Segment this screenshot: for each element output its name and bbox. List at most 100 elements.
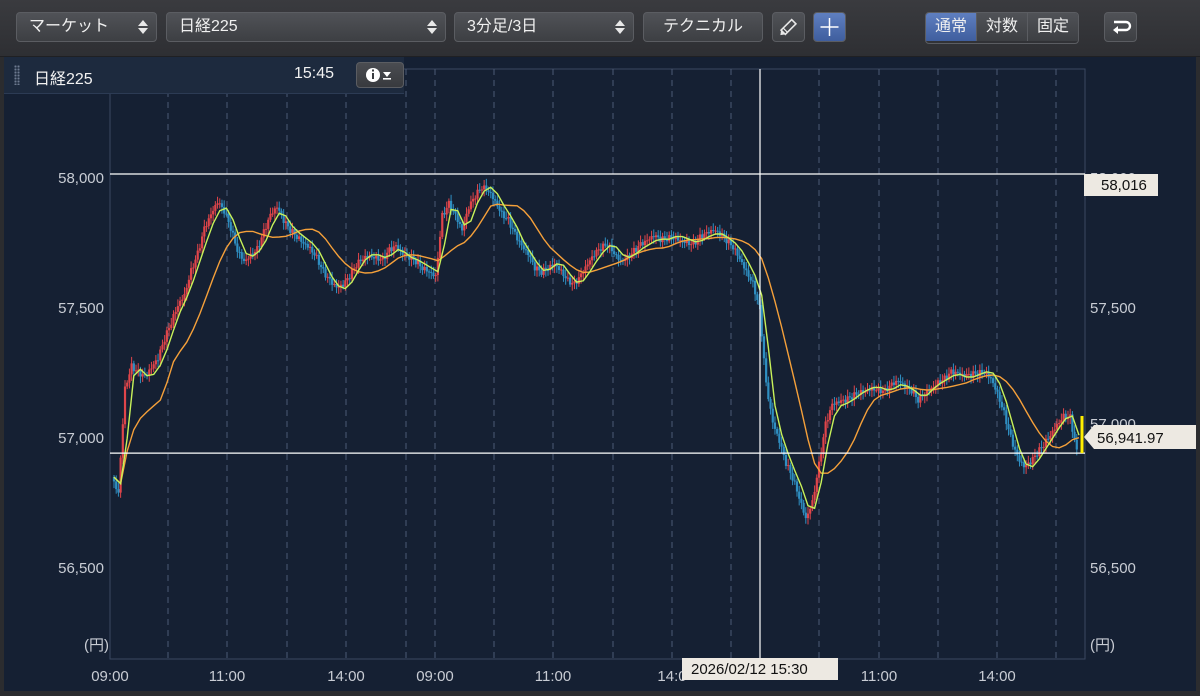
draw-tool-button[interactable] bbox=[772, 12, 805, 42]
candle-body bbox=[535, 266, 539, 271]
candle-body bbox=[498, 206, 501, 211]
candle-body bbox=[465, 213, 468, 223]
candle-body bbox=[128, 374, 131, 383]
candle-body bbox=[187, 279, 191, 288]
candle-body bbox=[278, 207, 281, 211]
candle-body bbox=[795, 481, 799, 492]
candle-body bbox=[489, 191, 492, 194]
y-tick-label: 58,000 bbox=[58, 170, 104, 187]
updown-chevron-icon bbox=[615, 18, 625, 36]
candle-body bbox=[835, 401, 838, 405]
candle-body bbox=[1007, 424, 1010, 430]
candle-body bbox=[520, 240, 523, 246]
candle-body bbox=[754, 280, 757, 295]
undo-button[interactable] bbox=[1104, 12, 1137, 42]
candle-body bbox=[238, 251, 241, 253]
info-menu-button[interactable] bbox=[356, 62, 404, 88]
candle-body bbox=[297, 236, 301, 239]
candle-body bbox=[844, 399, 847, 403]
crosshair-icon bbox=[820, 18, 839, 36]
candle-body bbox=[562, 269, 565, 277]
scale-mode-fixed[interactable]: 固定 bbox=[1028, 13, 1079, 41]
candle-body bbox=[604, 243, 607, 246]
candle-body bbox=[350, 269, 354, 279]
interval-select[interactable]: 3分足/3日 bbox=[454, 12, 634, 42]
candle-body bbox=[152, 364, 155, 369]
candle-body bbox=[456, 213, 459, 223]
candle-body bbox=[205, 226, 208, 228]
candle-body bbox=[331, 278, 334, 285]
candle-body bbox=[1009, 429, 1012, 435]
candle-body bbox=[115, 481, 118, 490]
candle-body bbox=[650, 236, 653, 240]
candle-body bbox=[1016, 449, 1019, 456]
candle-body bbox=[529, 255, 532, 258]
info-symbol: 日経225 bbox=[34, 71, 93, 88]
candle-body bbox=[709, 229, 713, 234]
candle-body bbox=[1022, 462, 1026, 468]
x-tick-label: 09:00 bbox=[416, 668, 454, 685]
candle-body bbox=[447, 200, 450, 208]
crosshair-button[interactable] bbox=[813, 12, 846, 42]
candle-body bbox=[355, 267, 358, 269]
candle-body bbox=[141, 374, 144, 377]
candle-body bbox=[784, 454, 788, 466]
candle-body bbox=[264, 228, 268, 230]
candle-body bbox=[231, 230, 235, 233]
scale-mode-log[interactable]: 対数 bbox=[977, 13, 1029, 41]
candle-body bbox=[176, 306, 179, 312]
candle-body bbox=[822, 437, 825, 455]
x-tick-label: 11:00 bbox=[861, 668, 897, 685]
candle-body bbox=[533, 262, 536, 271]
candle-body bbox=[798, 491, 801, 499]
candle-body bbox=[441, 212, 444, 237]
candle-body bbox=[311, 246, 314, 253]
interval-select-label: 3分足/3日 bbox=[467, 18, 538, 35]
candle-body bbox=[890, 382, 893, 386]
candle-body bbox=[461, 224, 464, 231]
candle-body bbox=[837, 401, 840, 403]
candle-body bbox=[1011, 434, 1015, 447]
candle-body bbox=[203, 226, 206, 237]
candle-body bbox=[240, 252, 243, 259]
candle-body bbox=[198, 248, 202, 251]
candle-body bbox=[1051, 430, 1054, 437]
last-price-label: 56,941.97 bbox=[1084, 425, 1196, 449]
drag-grip-icon[interactable] bbox=[14, 65, 20, 85]
candle-body bbox=[390, 247, 393, 252]
candle-body bbox=[793, 480, 796, 482]
candle-body bbox=[1042, 446, 1045, 448]
candle-body bbox=[262, 229, 265, 238]
market-select[interactable]: マーケット bbox=[16, 12, 157, 42]
chart-panel[interactable]: 56,500 57,000 57,500 58,000 56,500 57,500 58,… bbox=[4, 57, 1196, 691]
candlestick-chart[interactable]: 56,500 57,000 57,500 58,000 56,500 57,500 58,… bbox=[4, 57, 1196, 691]
technical-button-label: テクニカル bbox=[662, 18, 743, 35]
symbol-select-label: 日経225 bbox=[179, 18, 238, 35]
candle-body bbox=[597, 249, 600, 251]
candle-body bbox=[892, 382, 896, 385]
candle-body bbox=[1047, 438, 1050, 440]
candle-body bbox=[148, 369, 151, 376]
candle-body bbox=[342, 284, 345, 287]
candle-body bbox=[703, 233, 706, 239]
technical-button[interactable]: テクニカル bbox=[643, 12, 763, 42]
candle-body bbox=[839, 400, 843, 403]
candle-body bbox=[322, 267, 325, 269]
candle-body bbox=[421, 266, 424, 271]
candle-body bbox=[300, 236, 303, 242]
candle-body bbox=[467, 209, 470, 214]
scale-mode-normal[interactable]: 通常 bbox=[926, 13, 978, 41]
candle-body bbox=[469, 201, 473, 210]
candle-body bbox=[126, 382, 129, 387]
candle-body bbox=[328, 276, 332, 279]
candle-body bbox=[434, 275, 437, 277]
candle-body bbox=[599, 249, 603, 251]
candle-body bbox=[403, 253, 406, 255]
symbol-select[interactable]: 日経225 bbox=[166, 12, 446, 42]
candle-body bbox=[500, 210, 503, 212]
candle-body bbox=[326, 276, 329, 278]
candle-body bbox=[833, 403, 836, 405]
x-tick-label: 11:00 bbox=[535, 668, 571, 685]
candle-body bbox=[291, 229, 294, 233]
candle-body bbox=[881, 390, 885, 394]
